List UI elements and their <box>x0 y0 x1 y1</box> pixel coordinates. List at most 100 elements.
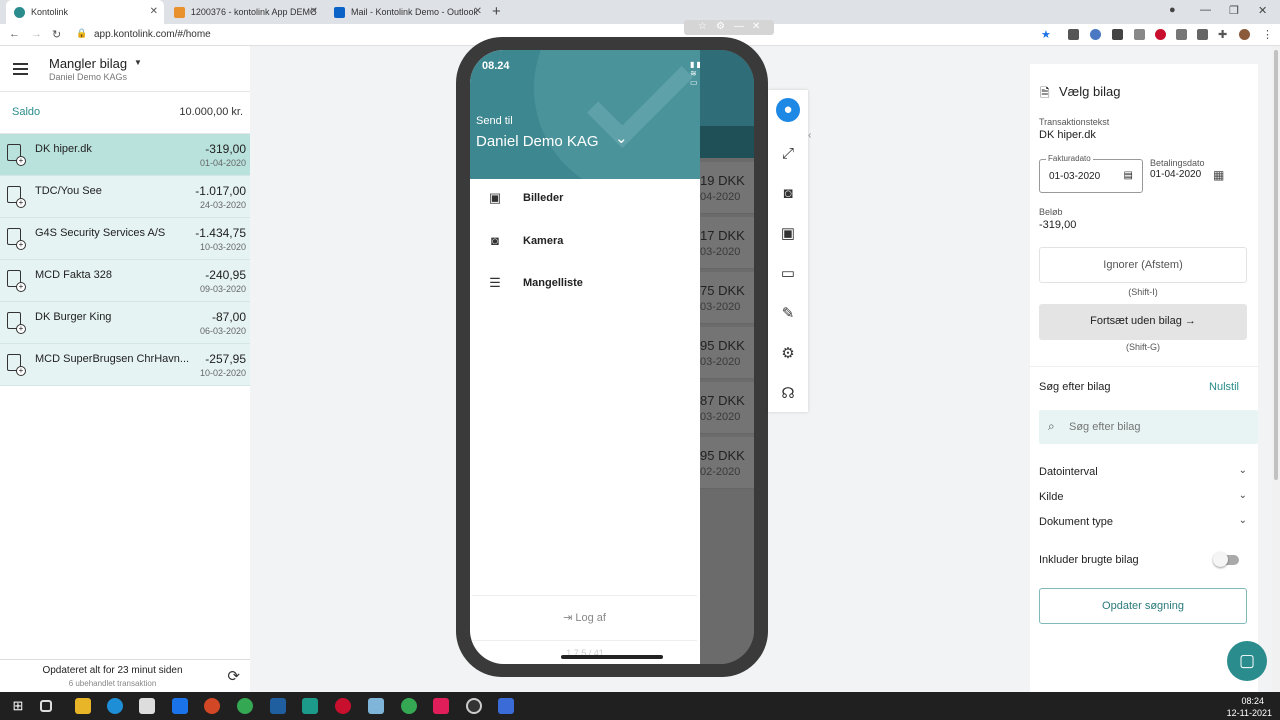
drawer-item-billeder[interactable]: ▣ Billeder <box>470 179 700 219</box>
screen-share-icon[interactable]: ▭ <box>776 262 800 286</box>
calendar-icon[interactable]: ▤ <box>1124 170 1133 181</box>
minimize-icon[interactable]: — <box>734 21 744 32</box>
tab-outlook[interactable]: Mail - Kontolink Demo - Outlook ✕ <box>326 0 488 24</box>
lock-icon[interactable]: 🔒 <box>76 28 87 39</box>
camera-icon[interactable]: ◙ <box>776 182 800 206</box>
powerpoint-icon[interactable] <box>204 698 220 714</box>
table-row[interactable]: + MCD Fakta 328 -240,95 09-03-2020 <box>0 260 250 302</box>
file-explorer-icon[interactable] <box>75 698 91 714</box>
pin-icon[interactable]: ☆ <box>698 21 707 32</box>
extension-icon[interactable] <box>1112 29 1123 40</box>
reload-icon[interactable]: ↻ <box>52 28 61 41</box>
fullscreen-icon[interactable]: ⤢ <box>776 142 800 166</box>
app-icon[interactable] <box>335 698 351 714</box>
app-icon[interactable] <box>498 698 514 714</box>
url-text[interactable]: app.kontolink.com/#/home <box>94 29 211 40</box>
table-row[interactable]: + MCD SuperBrugsen ChrHavn... -257,95 10… <box>0 344 250 386</box>
send-to-company[interactable]: Daniel Demo KAG <box>476 133 599 150</box>
caret-down-icon[interactable]: ▼ <box>134 58 142 67</box>
task-view-icon[interactable] <box>40 700 52 712</box>
table-row[interactable]: + TDC/You See -1.017,00 24-03-2020 <box>0 176 250 218</box>
filter-document-type[interactable]: Dokument type ⌄ <box>1039 512 1247 534</box>
app-icon[interactable] <box>302 698 318 714</box>
chrome-icon[interactable] <box>401 698 417 714</box>
tab-kontolink[interactable]: Kontolink ✕ <box>6 0 164 24</box>
filter-date-interval[interactable]: Datointerval ⌄ <box>1039 462 1247 484</box>
list-item: 95 DKK 03-2020 <box>700 327 754 379</box>
continue-without-voucher-button[interactable]: Fortsæt uden bilag → <box>1039 304 1247 340</box>
clock-date[interactable]: 12-11-2021 <box>1227 708 1272 718</box>
slack-icon[interactable] <box>433 698 449 714</box>
extension-icon[interactable] <box>1134 29 1145 40</box>
tab-search-icon[interactable]: ● <box>1169 4 1176 16</box>
close-icon[interactable]: ✕ <box>310 6 318 17</box>
extension-icon[interactable] <box>1176 29 1187 40</box>
table-row[interactable]: + DK hiper.dk -319,00 01-04-2020 <box>0 134 250 176</box>
refresh-icon[interactable]: ⟳ <box>227 667 240 685</box>
extension-icon[interactable] <box>1090 29 1101 40</box>
app-icon[interactable] <box>270 698 286 714</box>
logout-row[interactable]: ⇥ Log af <box>472 595 697 641</box>
close-icon[interactable]: ✕ <box>150 6 158 17</box>
user-icon[interactable]: ● <box>776 98 800 122</box>
extension-icon[interactable] <box>1197 29 1208 40</box>
chrome-icon[interactable] <box>237 698 253 714</box>
edge-icon[interactable] <box>107 698 123 714</box>
extension-icon[interactable] <box>1068 29 1079 40</box>
camera-icon: ◙ <box>491 233 499 248</box>
ignore-reconcile-button[interactable]: Ignorer (Afstem) <box>1039 247 1247 283</box>
transaction-name: MCD SuperBrugsen ChrHavn... <box>35 353 190 365</box>
chevron-left-icon[interactable]: ‹ <box>808 130 811 141</box>
extension-icon[interactable] <box>1155 29 1166 40</box>
bookmark-star-icon[interactable]: ★ <box>1041 28 1051 41</box>
logout-button[interactable]: ⇥ Log af <box>472 611 697 624</box>
store-icon[interactable] <box>139 698 155 714</box>
windows-start-icon[interactable]: ⊞ <box>10 698 26 714</box>
chat-bubble-icon[interactable]: ▢ <box>1227 641 1267 681</box>
puzzle-icon[interactable]: ✚ <box>1218 28 1227 41</box>
filter-source[interactable]: Kilde ⌄ <box>1039 487 1247 509</box>
clock-time[interactable]: 08:24 <box>1241 696 1264 706</box>
reset-link[interactable]: Nulstil <box>1209 381 1239 393</box>
update-search-button[interactable]: Opdater søgning <box>1039 588 1247 624</box>
saldo-row: Saldo 10.000,00 kr. <box>0 92 250 134</box>
search-input[interactable] <box>1069 415 1249 439</box>
drawer-item-mangelliste[interactable]: ☰ Mangelliste <box>470 264 700 304</box>
app-icon[interactable] <box>368 698 384 714</box>
gear-icon[interactable]: ⚙ <box>776 342 800 366</box>
brush-icon[interactable]: ✎ <box>776 302 800 326</box>
close-icon[interactable]: ✕ <box>474 6 482 17</box>
table-row[interactable]: + G4S Security Services A/S -1.434,75 10… <box>0 218 250 260</box>
new-tab-icon[interactable]: + <box>492 3 501 20</box>
invoice-date-field[interactable]: Fakturadato 01-03-2020 ▤ <box>1039 154 1143 193</box>
headset-icon[interactable]: ☊ <box>776 382 800 406</box>
close-icon[interactable]: ✕ <box>752 21 760 32</box>
hamburger-menu-icon[interactable] <box>13 63 28 75</box>
tab-kontolink-app-demo[interactable]: 1200376 - kontolink App DEMO ✕ <box>166 0 324 24</box>
page-title[interactable]: Mangler bilag <box>49 56 127 71</box>
drawer-item-kamera[interactable]: ◙ Kamera <box>470 222 700 262</box>
scrollbar[interactable] <box>1272 46 1280 692</box>
restore-icon[interactable]: ❐ <box>1229 4 1239 17</box>
more-menu-icon[interactable]: ⋮ <box>1262 28 1273 41</box>
settings-icon[interactable]: ⚙ <box>716 21 725 32</box>
chevron-down-icon[interactable]: ⌄ <box>615 129 628 147</box>
transaction-name: MCD Fakta 328 <box>35 269 113 281</box>
emulator-tool-strip: ● ⤢ ◙ ▣ ▭ ✎ ⚙ ☊ <box>768 90 808 412</box>
window-close-icon[interactable]: ✕ <box>1258 4 1267 17</box>
app-icon[interactable] <box>466 698 482 714</box>
video-camera-icon[interactable]: ▣ <box>776 222 800 246</box>
scrollbar-thumb[interactable] <box>1274 50 1278 480</box>
payment-date-label: Betalingsdato <box>1150 158 1205 168</box>
chevron-down-icon: ⌄ <box>1238 465 1247 476</box>
home-indicator[interactable] <box>561 655 663 659</box>
calendar-icon[interactable]: ▦ <box>1213 168 1224 182</box>
avatar[interactable] <box>1239 29 1250 40</box>
back-icon[interactable]: ← <box>9 28 20 40</box>
mail-icon[interactable] <box>172 698 188 714</box>
include-used-toggle[interactable] <box>1213 552 1239 567</box>
search-field[interactable]: ⌕ <box>1039 410 1258 444</box>
forward-icon[interactable]: → <box>31 28 42 40</box>
table-row[interactable]: + DK Burger King -87,00 06-03-2020 <box>0 302 250 344</box>
minimize-icon[interactable]: — <box>1200 4 1211 16</box>
